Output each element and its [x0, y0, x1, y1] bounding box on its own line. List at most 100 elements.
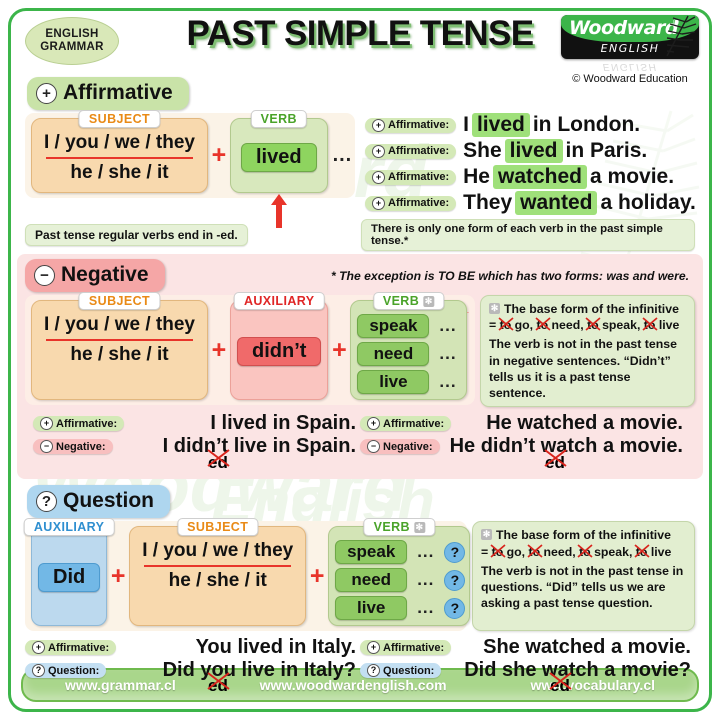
- example-row: + Affirmative: They wanted a holiday.: [365, 191, 696, 215]
- infobox-infinitives: = to go, to need, to speak, to live: [489, 317, 686, 333]
- sentence-after: a movie.: [610, 636, 691, 659]
- sentence-verb-highlight: wanted: [515, 191, 598, 215]
- question-icon: ?: [32, 664, 45, 678]
- question-verb-box: VERB ✻ speak...? need...? live...?: [328, 518, 471, 627]
- subject-label: SUBJECT: [78, 110, 161, 128]
- plus-icon: +: [372, 170, 385, 184]
- question-subject-box: SUBJECT I / you / we / they he / she / i…: [129, 518, 307, 627]
- negative-heading-label: Negative: [61, 263, 149, 286]
- header: ENGLISH GRAMMAR PAST SIMPLE TENSE Woodwa…: [11, 11, 709, 85]
- infobox-line1: The base form of the infinitive: [504, 302, 679, 316]
- sentence-after: a movie: [604, 659, 679, 682]
- sentence-after: in Spain.: [272, 435, 356, 458]
- struck-ed: ed: [544, 449, 567, 473]
- comparison-row: + Affirmative: You lived in Italy.: [25, 636, 360, 659]
- affirmative-heading: + Affirmative: [27, 77, 189, 110]
- plus-icon: +: [32, 641, 45, 655]
- negative-infobox: ✻ The base form of the infinitive = to g…: [480, 295, 695, 408]
- comparison-row: + Affirmative: I lived in Spain.: [33, 412, 360, 435]
- sentence-before: She: [463, 139, 502, 162]
- question-icon: ?: [367, 664, 380, 678]
- sentence-after: a movie.: [602, 412, 683, 435]
- struck-ed: ed: [207, 672, 230, 696]
- affirmative-tag: + Affirmative:: [365, 143, 457, 159]
- question-infobox: ✻ The base form of the infinitive = to g…: [472, 521, 695, 632]
- sentence-before: I: [162, 435, 169, 458]
- struck-ed: ed: [549, 672, 572, 696]
- question-section: ? Question AUXILIARY Did + SUBJECT I / y…: [11, 479, 709, 697]
- sentence-before: He: [463, 165, 490, 188]
- verb-chip: live: [335, 596, 408, 621]
- affirmative-examples: + Affirmative: Ilived in London. + Affirmat…: [359, 113, 696, 215]
- subject-label: SUBJECT: [177, 518, 259, 537]
- sentence-auxiliary: Did: [162, 659, 195, 682]
- sentence-base-verb: live: [241, 659, 275, 682]
- auxiliary-label: AUXILIARY: [233, 292, 325, 310]
- subject-divider: [144, 565, 292, 568]
- plus-icon: +: [372, 118, 385, 132]
- red-arrow-up-icon: [270, 194, 287, 228]
- subject-divider: [46, 339, 193, 341]
- infobox-infinitives: = to go, to need, to speak, to live: [481, 543, 686, 560]
- comparison-row: ? Question: Did she watch a movie?: [360, 659, 695, 682]
- question-verb-list: speak...? need...? live...?: [335, 540, 466, 621]
- logo-reflection: ENGLISH: [602, 61, 658, 72]
- negative-verb-list: speak... need... live...: [357, 314, 461, 394]
- question-mark-icon: ?: [678, 659, 691, 682]
- sentence-before: She: [483, 636, 520, 659]
- affirmative-heading-label: Affirmative: [63, 81, 173, 104]
- auxiliary-label: AUXILIARY: [23, 518, 115, 537]
- sentence-after: in Paris.: [565, 139, 648, 162]
- plus-circle-icon: +: [36, 82, 57, 104]
- didnt-chip: didn’t: [236, 337, 322, 366]
- affirmative-verb-text: lived: [255, 145, 302, 168]
- verb-label: VERB ✻: [363, 518, 435, 537]
- negative-tag-label: Negative:: [383, 440, 433, 453]
- question-tag-label: Question:: [48, 664, 100, 677]
- sentence-verb-highlight: lived: [504, 139, 563, 163]
- minus-icon: −: [367, 440, 380, 454]
- negative-comparison: + Affirmative: I lived in Spain. − Negativ…: [25, 407, 695, 475]
- affirmative-tag-label: Affirmative:: [388, 119, 450, 131]
- verb-ellipsis: ...: [439, 316, 457, 335]
- negative-verb-box: VERB ✻ speak... need... live...: [350, 292, 467, 400]
- example-sentence: They wanted a holiday.: [463, 191, 696, 215]
- infobox-line3: The verb is not in the past tense in neg…: [489, 337, 677, 401]
- affirmative-tag: + Affirmative:: [33, 416, 125, 432]
- question-heading-label: Question: [63, 489, 155, 513]
- question-heading: ? Question: [27, 485, 171, 519]
- struck-ed-wrapper: ed: [25, 672, 360, 697]
- sentence-after: in London.: [532, 113, 641, 136]
- affirmative-tag: + Affirmative:: [365, 117, 457, 133]
- comparison-row: ? Question: Did you live in Italy?: [25, 659, 360, 682]
- affirmative-verb-box: VERB lived: [229, 110, 328, 228]
- did-chip: Did: [38, 563, 101, 593]
- verb-label-text: VERB: [373, 520, 410, 535]
- verb-ellipsis: ...: [417, 542, 435, 562]
- verb-chip: live: [357, 370, 430, 394]
- question-mark-icon: ?: [444, 597, 466, 619]
- asterisk-note-icon: ✻: [413, 521, 425, 533]
- comparison-sentence: Did you live in Italy?: [112, 659, 360, 682]
- struck-to-1: to go,: [490, 543, 525, 560]
- affirmative-tag-label: Affirmative:: [48, 641, 110, 654]
- negative-tag-label: Negative:: [56, 440, 106, 453]
- comparison-row: − Negative: I didn’t live in Spain.: [33, 435, 360, 458]
- sentence-after: in Italy: [280, 659, 344, 682]
- verb-item: speak...?: [335, 540, 466, 565]
- verb-item: live...?: [335, 596, 466, 621]
- subject-divider: [46, 157, 193, 159]
- infobox-line1: The base form of the infinitive: [496, 528, 671, 543]
- subject-pronouns-line2: he / she / it: [70, 162, 169, 183]
- question-mark-icon: ?: [343, 659, 356, 682]
- red-arrow-left-icon: [466, 312, 469, 313]
- question-auxiliary-box: AUXILIARY Did: [23, 518, 115, 627]
- negative-tag: − Negative:: [360, 439, 440, 455]
- struck-ed: ed: [207, 449, 230, 473]
- plus-icon: +: [367, 641, 380, 655]
- negative-comparison-right: + Affirmative: He watched a movie. − Negat…: [360, 412, 687, 473]
- comparison-sentence: She watched a movie.: [457, 636, 695, 659]
- sentence-after: in Spain.: [272, 412, 356, 435]
- verb-item: live...: [357, 370, 461, 394]
- sentence-before: They: [463, 191, 513, 214]
